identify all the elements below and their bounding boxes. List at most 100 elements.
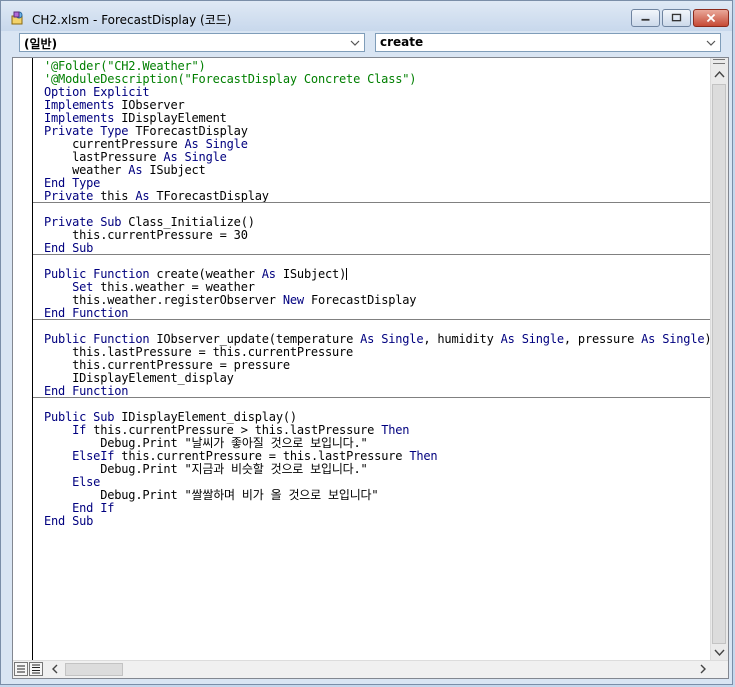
procedure-dropdown[interactable]: create (375, 33, 721, 52)
code-text: this.currentPressure = this.lastPressure (114, 449, 410, 463)
code-keyword: As (261, 267, 276, 281)
scroll-up-arrow-icon[interactable] (711, 66, 728, 83)
code-keyword: As Single (184, 137, 248, 151)
code-keyword: End Type (44, 176, 101, 190)
code-text: Class_Initialize() (121, 215, 255, 229)
code-text: Debug.Print "날씨가 좋아질 것으로 보입니다." (44, 436, 368, 450)
window-title: CH2.xlsm - ForecastDisplay (코드) (32, 13, 232, 27)
code-line: weather As ISubject (44, 164, 711, 177)
code-line: Debug.Print "쌀쌀하며 비가 올 것으로 보입니다" (44, 489, 711, 502)
code-keyword: Public Function (44, 267, 150, 281)
close-button[interactable] (693, 9, 729, 27)
object-dropdown[interactable]: (일반) (19, 33, 365, 52)
vertical-scroll-thumb[interactable] (712, 84, 726, 644)
code-text: this.currentPressure > this.lastPressure (86, 423, 382, 437)
code-text: ISubject (142, 163, 206, 177)
scroll-down-arrow-icon[interactable] (711, 644, 728, 661)
code-text: IDisplayElement_display() (114, 410, 297, 424)
code-text: IObserver (114, 98, 185, 112)
title-bar[interactable]: CH2.xlsm - ForecastDisplay (코드) (1, 1, 732, 31)
margin-indicator-bar[interactable] (13, 58, 33, 661)
text-caret (346, 268, 348, 280)
code-text: IObserver_update(temperature (149, 332, 361, 346)
vertical-scrollbar[interactable] (710, 58, 728, 661)
code-line: this.weather.registerObserver New Foreca… (44, 294, 711, 307)
code-keyword: Then (409, 449, 438, 463)
scroll-right-arrow-icon[interactable] (694, 661, 711, 677)
object-dropdown-value: (일반) (24, 37, 58, 51)
code-keyword: Private (44, 189, 94, 203)
close-icon (706, 13, 716, 23)
procedure-separator (33, 319, 711, 320)
code-line: this.currentPressure = 30 (44, 229, 711, 242)
vba-module-icon (11, 11, 23, 25)
full-module-view-icon[interactable] (29, 662, 43, 676)
code-text: , pressure (563, 332, 642, 346)
code-keyword: As Single (500, 332, 564, 346)
minimize-icon (641, 18, 650, 21)
code-text: TForecastDisplay (149, 189, 269, 203)
code-text: this.weather.registerObserver (44, 293, 283, 307)
code-editor[interactable]: '@Folder("CH2.Weather") '@ModuleDescript… (12, 57, 729, 679)
code-text: ForecastDisplay (303, 293, 417, 307)
code-text: this.currentPressure = pressure (44, 358, 290, 372)
code-keyword: As (135, 189, 150, 203)
horizontal-scrollbar[interactable] (13, 660, 728, 678)
code-window: CH2.xlsm - ForecastDisplay (코드) (일반) cre… (0, 0, 733, 685)
code-text: , humidity (423, 332, 501, 346)
code-text: this.currentPressure = 30 (44, 228, 248, 242)
code-text: Debug.Print "지금과 비슷할 것으로 보입니다." (44, 462, 368, 476)
code-text: lastPressure (44, 150, 164, 164)
code-keyword: As Single (360, 332, 424, 346)
scroll-left-arrow-icon[interactable] (47, 661, 64, 677)
pane-splitter-handle[interactable] (713, 59, 725, 64)
code-text: ISubject) (275, 267, 347, 281)
procedure-separator (33, 202, 711, 203)
code-text: IDisplayElement_display (44, 371, 234, 385)
code-keyword: As Single (641, 332, 705, 346)
code-keyword: Else (72, 475, 101, 489)
code-keyword: Private Sub (44, 215, 122, 229)
maximize-icon (671, 13, 682, 22)
code-pane[interactable]: '@Folder("CH2.Weather") '@ModuleDescript… (33, 58, 712, 661)
chevron-down-icon (706, 40, 716, 46)
procedure-separator (33, 254, 711, 255)
code-keyword: As Single (163, 150, 227, 164)
procedure-view-icon[interactable] (14, 662, 28, 676)
code-text: IDisplayElement (114, 111, 227, 125)
code-keyword: End Function (44, 306, 129, 320)
code-keyword: New (282, 293, 304, 307)
code-text: currentPressure (44, 137, 185, 151)
code-text: weather (44, 163, 129, 177)
code-text: TForecastDisplay (128, 124, 248, 138)
code-keyword: End Sub (44, 514, 94, 528)
code-keyword: End Sub (44, 241, 94, 255)
code-keyword: Implements (44, 111, 115, 125)
code-keyword: Private Type (44, 124, 129, 138)
code-keyword: ElseIf (72, 449, 115, 463)
minimize-button[interactable] (631, 9, 660, 27)
procedure-dropdown-value: create (380, 35, 424, 49)
code-text: Debug.Print "쌀쌀하며 비가 올 것으로 보입니다" (44, 488, 379, 502)
code-keyword: If (72, 423, 87, 437)
horizontal-scroll-thumb[interactable] (65, 663, 123, 676)
code-keyword: Set (72, 280, 94, 294)
chevron-down-icon (350, 40, 360, 46)
code-keyword: End Function (44, 384, 129, 398)
code-line: End If (44, 502, 711, 515)
code-text: this (93, 189, 136, 203)
code-text: create(weather (149, 267, 262, 281)
scrollbar-corner (711, 661, 728, 678)
code-line: IDisplayElement_display (44, 372, 711, 385)
code-keyword: Public Sub (44, 410, 115, 424)
maximize-button[interactable] (662, 9, 691, 27)
code-keyword: Implements (44, 98, 115, 112)
code-text: this.weather = weather (93, 280, 255, 294)
code-line: End Sub (44, 515, 711, 528)
code-keyword: As (128, 163, 143, 177)
code-line: Debug.Print "지금과 비슷할 것으로 보입니다." (44, 463, 711, 476)
